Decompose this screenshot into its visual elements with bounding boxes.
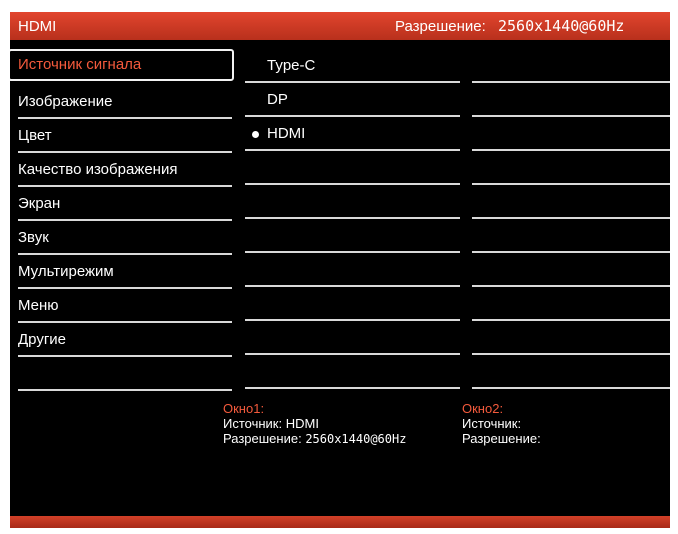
resolution-value: 2560x1440@60Hz [498,17,625,35]
menu-item-label: Меню [18,297,59,314]
window2-source-label: Источник: [462,416,522,431]
window1-resolution: Разрешение: 2560x1440@60Hz [223,431,406,447]
bottom-bar [10,516,670,528]
divider [472,387,670,389]
submenu-empty-row [245,219,460,253]
window1-resolution-label: Разрешение: [223,431,302,446]
column3-empty-row [472,355,670,389]
menu-item-multimode[interactable]: Мультирежим [10,255,234,289]
menu-item-label: Изображение [18,93,113,110]
menu-item-display[interactable]: Экран [10,187,234,221]
column3-empty-row [472,151,670,185]
column3-empty-row [472,49,670,83]
column3-empty-row [472,185,670,219]
submenu-empty-row [245,321,460,355]
column3-empty-row [472,219,670,253]
menu-item-label: Источник сигнала [18,56,142,73]
column3-empty-row [472,253,670,287]
column3-empty-row [472,117,670,151]
window1-source-value: HDMI [285,416,319,431]
menu-item-label: Другие [18,331,67,348]
submenu-empty-row [245,151,460,185]
source-option-dp[interactable]: DP [245,83,460,117]
menu-item-picture[interactable]: Изображение [10,85,234,119]
submenu-empty-row [245,253,460,287]
top-status-bar: HDMI Разрешение: 2560x1440@60Hz [10,12,670,40]
menu-item-empty [10,357,234,391]
window2-info: Окно2: Источник: Разрешение: [462,401,541,446]
window1-source: Источник: HDMI [223,416,406,431]
column3-empty-row [472,83,670,117]
window1-title: Окно1: [223,401,265,416]
resolution-label: Разрешение: [395,18,486,35]
submenu-empty-row [245,287,460,321]
menu-item-label: Звук [18,229,49,246]
window1-resolution-value: 2560x1440@60Hz [305,432,407,446]
source-option-label: HDMI [267,125,306,142]
selected-bullet-icon [252,131,259,138]
source-option-label: Type-C [267,57,316,74]
menu-item-label: Экран [18,195,61,212]
window2-title: Окно2: [462,401,504,416]
input-title: HDMI [18,18,57,35]
menu-item-label: Мультирежим [18,263,114,280]
osd-screen: HDMI Разрешение: 2560x1440@60Hz Источник… [10,12,670,528]
divider [18,389,232,391]
column3-empty-row [472,321,670,355]
source-option-type-c[interactable]: Type-C [245,49,460,83]
column3-empty-row [472,287,670,321]
menu-item-label: Цвет [18,127,52,144]
window1-info: Окно1: Источник: HDMI Разрешение: 2560x1… [223,401,406,447]
source-option-hdmi[interactable]: HDMI [245,117,460,151]
menu-item-sound[interactable]: Звук [10,221,234,255]
divider [245,387,460,389]
menu-item-signal-source[interactable]: Источник сигнала [10,49,234,81]
submenu-empty-row [245,355,460,389]
window2-resolution-label: Разрешение: [462,431,541,446]
window1-source-label: Источник: [223,416,283,431]
menu-item-label: Качество изображения [18,161,178,178]
menu-item-image-quality[interactable]: Качество изображения [10,153,234,187]
source-option-label: DP [267,91,288,108]
menu-item-menu[interactable]: Меню [10,289,234,323]
menu-item-other[interactable]: Другие [10,323,234,357]
menu-item-color[interactable]: Цвет [10,119,234,153]
submenu-empty-row [245,185,460,219]
